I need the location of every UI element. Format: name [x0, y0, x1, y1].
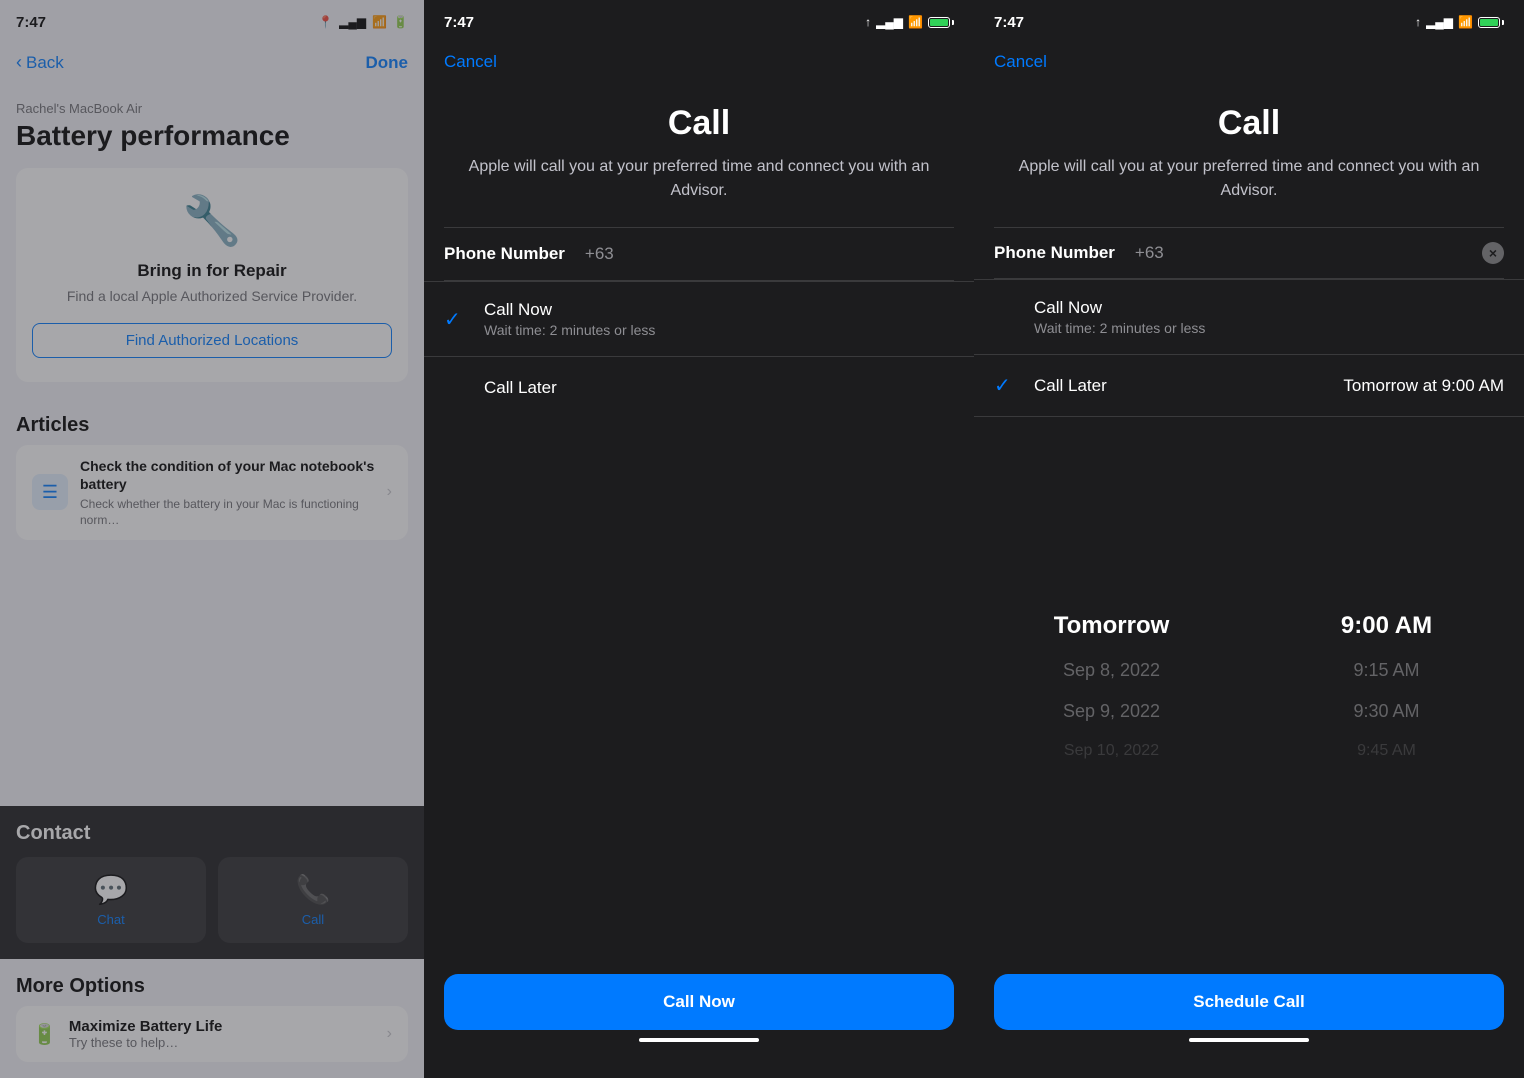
status-time-3: 7:47	[994, 14, 1024, 31]
p3-bottom: Schedule Call	[974, 954, 1524, 1078]
picker-time-945[interactable]: 9:45 AM	[1249, 732, 1524, 770]
call-later-option[interactable]: ✓ Call Later	[424, 356, 974, 418]
p3-call-later-title: Call Later	[1034, 376, 1327, 396]
p3-call-later-option[interactable]: ✓ Call Later Tomorrow at 9:00 AM	[974, 354, 1524, 416]
cancel-button-3[interactable]: Cancel	[994, 52, 1047, 71]
call-later-title: Call Later	[484, 378, 954, 398]
p2-bottom: Call Now	[424, 954, 974, 1078]
picker-date-tomorrow[interactable]: Tomorrow	[974, 602, 1249, 650]
call-now-option[interactable]: ✓ Call Now Wait time: 2 minutes or less	[424, 281, 974, 356]
p2-nav: Cancel	[424, 44, 974, 72]
p3-description: Apple will call you at your preferred ti…	[1006, 155, 1492, 203]
picker-date-sep10[interactable]: Sep 10, 2022	[974, 732, 1249, 770]
p3-call-later-content: Call Later	[1034, 376, 1327, 396]
location-icon-2: ↑	[865, 15, 871, 29]
panel-schedule-call: 7:47 ↑ ▂▄▆ 📶 Cancel Call Apple will call…	[974, 0, 1524, 1078]
p3-call-later-time: Tomorrow at 9:00 AM	[1343, 376, 1504, 396]
signal-icon-2: ▂▄▆	[876, 15, 903, 29]
status-icons-2: ↑ ▂▄▆ 📶	[865, 15, 954, 29]
picker-date-sep9[interactable]: Sep 9, 2022	[974, 691, 1249, 732]
p3-check-2: ✓	[994, 373, 1018, 398]
phone-number-value: +63	[585, 244, 614, 264]
picker-time-915[interactable]: 9:15 AM	[1249, 650, 1524, 691]
p3-header: Call Apple will call you at your preferr…	[974, 72, 1524, 227]
home-indicator	[639, 1038, 759, 1042]
p3-call-now-content: Call Now Wait time: 2 minutes or less	[1034, 298, 1504, 336]
status-bar-2: 7:47 ↑ ▂▄▆ 📶	[424, 0, 974, 44]
p2-spacer	[424, 418, 974, 954]
picker-date-sep8[interactable]: Sep 8, 2022	[974, 650, 1249, 691]
picker-time-900[interactable]: 9:00 AM	[1249, 602, 1524, 650]
status-icons-3: ↑ ▂▄▆ 📶	[1415, 15, 1504, 29]
p2-title: Call	[456, 104, 942, 143]
datetime-picker[interactable]: Tomorrow Sep 8, 2022 Sep 9, 2022 Sep 10,…	[974, 416, 1524, 954]
date-picker-column[interactable]: Tomorrow Sep 8, 2022 Sep 9, 2022 Sep 10,…	[974, 425, 1249, 946]
p3-phone-label: Phone Number	[994, 243, 1115, 263]
call-options: ✓ Call Now Wait time: 2 minutes or less …	[424, 281, 974, 418]
battery-icon-2	[928, 17, 954, 28]
call-now-content: Call Now Wait time: 2 minutes or less	[484, 300, 954, 338]
phone-number-label: Phone Number	[444, 244, 565, 264]
call-later-content: Call Later	[484, 378, 954, 398]
p3-call-now-option[interactable]: ✓ Call Now Wait time: 2 minutes or less	[974, 279, 1524, 354]
p3-phone-row[interactable]: Phone Number +63 ×	[974, 228, 1524, 278]
picker-time-930[interactable]: 9:30 AM	[1249, 691, 1524, 732]
p2-body: Call Apple will call you at your preferr…	[424, 72, 974, 954]
p3-call-now-subtitle: Wait time: 2 minutes or less	[1034, 320, 1504, 336]
panel-call-now: 7:47 ↑ ▂▄▆ 📶 Cancel Call Apple will call…	[424, 0, 974, 1078]
status-time-2: 7:47	[444, 14, 474, 31]
cancel-button-2[interactable]: Cancel	[444, 52, 497, 71]
location-icon-3: ↑	[1415, 15, 1421, 29]
status-bar-3: 7:47 ↑ ▂▄▆ 📶	[974, 0, 1524, 44]
wifi-icon-2: 📶	[908, 15, 923, 29]
overlay	[0, 0, 424, 1078]
p3-call-options: ✓ Call Now Wait time: 2 minutes or less …	[974, 279, 1524, 416]
call-now-title: Call Now	[484, 300, 954, 320]
p3-title: Call	[1006, 104, 1492, 143]
call-now-button[interactable]: Call Now	[444, 974, 954, 1030]
p3-call-now-title: Call Now	[1034, 298, 1504, 318]
panel-battery-performance: 7:47 📍 ▂▄▆ 📶 🔋 ‹ Back Done Rachel's MacB…	[0, 0, 424, 1078]
p3-phone-value: +63	[1135, 243, 1470, 263]
wifi-icon-3: 📶	[1458, 15, 1473, 29]
time-picker-column[interactable]: 9:00 AM 9:15 AM 9:30 AM 9:45 AM	[1249, 425, 1524, 946]
call-now-subtitle: Wait time: 2 minutes or less	[484, 322, 954, 338]
p3-nav: Cancel	[974, 44, 1524, 72]
clear-phone-button[interactable]: ×	[1482, 242, 1504, 264]
p3-home-indicator	[1189, 1038, 1309, 1042]
phone-number-row[interactable]: Phone Number +63	[424, 228, 974, 280]
signal-icon-3: ▂▄▆	[1426, 15, 1453, 29]
p2-description: Apple will call you at your preferred ti…	[456, 155, 942, 203]
checkmark-icon-1: ✓	[444, 307, 468, 332]
p2-header: Call Apple will call you at your preferr…	[424, 72, 974, 227]
picker-inner: Tomorrow Sep 8, 2022 Sep 9, 2022 Sep 10,…	[974, 425, 1524, 946]
battery-icon-3	[1478, 17, 1504, 28]
schedule-call-button[interactable]: Schedule Call	[994, 974, 1504, 1030]
